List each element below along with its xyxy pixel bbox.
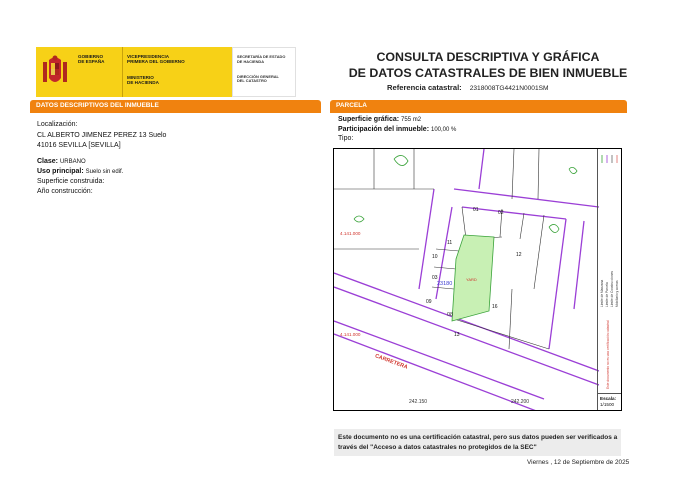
street-edge-line [418,188,435,290]
map-coord-y-top: 4.141.000 [340,231,361,236]
map-coord-y-bottom: 4.141.000 [340,332,361,337]
legend-item: Límite de Manzana [600,279,604,307]
title-line-2: DE DATOS CATASTRALES DE BIEN INMUEBLE [348,65,628,80]
road-edge-line [334,320,545,400]
map-coord-x-left: 242.150 [409,399,428,405]
road-edge-line [334,333,536,410]
parcel-line [453,318,550,350]
superficie-construida-label: Superficie construida: [37,178,105,185]
tipo-label: Tipo: [338,135,354,142]
localizacion-label: Localización: [37,121,78,128]
note-line-2: través del "Acceso a datos catastrales n… [338,443,537,451]
reference-label: Referencia catastral: [387,83,462,92]
parcel-line [533,214,545,290]
map-parcel-number: 08 [447,312,454,318]
section-header-parcela: PARCELA [330,100,627,111]
section-header-descriptive: DATOS DESCRIPTIVOS DEL INMUEBLE [30,100,321,111]
legend-item: Límite de Construcciones [610,271,614,307]
map-plot-label: 02 [498,210,504,216]
parcel-line [519,212,525,240]
superficie-grafica-row: Superficie gráfica: 755 m2 [338,115,421,125]
participacion-value: 100,00 % [430,127,457,133]
tree-outline [393,155,409,166]
street-edge-line [573,220,585,310]
legend-column-4: Mobiliario y aceras [615,167,621,307]
parcel-line [435,248,460,252]
map-plot-label: 01 [473,207,479,213]
legend-disclaimer: Este documento no es una certificación c… [606,320,610,389]
clase-value: URBANO [59,159,86,165]
clase-label: Clase: [37,158,59,165]
logo-ministerio-text: VICEPRESIDENCIA PRIMERA DEL GOBIERNO MIN… [122,47,196,97]
street-edge-line [478,149,485,190]
logo-gobierno-text: GOBIERNO DE ESPAÑA [74,47,122,97]
legend-item: Límite de Parcela [605,282,609,307]
cadastral-map[interactable]: 4.141.000 4.141.000 242.150 242.200 CARR… [333,148,622,411]
uso-value: Suelo sin edif. [85,169,124,175]
map-parcel-ref: 23180 [437,281,453,287]
title-line-1: CONSULTA DESCRIPTIVA Y GRÁFICA [376,50,600,64]
tree-outline [548,224,560,233]
map-plot-label: 12 [516,252,522,258]
map-plot-label: 16 [492,304,498,310]
logo-line: DE ESPAÑA [78,59,105,65]
superficie-grafica-value: 755 m2 [401,117,422,123]
address-line-2: 41016 SEVILLA [SEVILLA] [37,142,121,149]
map-coord-x-right: 242.200 [511,399,530,405]
tree-outline [353,215,365,223]
anio-construccion-label: Año construcción: [37,188,93,195]
uso-row: Uso principal: Suelo sin edif. [37,167,123,177]
parcel-line [431,286,455,290]
parcel-line [511,149,515,200]
tree-outline [568,167,578,174]
document-date: Viernes , 12 de Septiembre de 2025 [527,459,630,466]
logo-line: DE HACIENDA [237,58,265,64]
address-line-1: CL ALBERTO JIMENEZ PEREZ 13 Suelo [37,132,167,139]
street-edge-line [548,218,567,350]
participacion-row: Participación del inmueble: 100,00 % [338,125,456,135]
logo-line: PRIMERA DEL GOBIERNO [127,59,185,65]
map-plot-label: 13 [454,332,460,338]
government-logo-block: GOBIERNO DE ESPAÑA VICEPRESIDENCIA PRIME… [36,47,296,97]
document-title: CONSULTA DESCRIPTIVA Y GRÁFICA DE DATOS … [335,50,641,81]
parcel-line [537,149,540,200]
legend-item: Mobiliario y aceras [615,280,619,307]
scale-box: Escala: 1/1500 [597,393,621,410]
parcel-line [508,288,513,350]
map-plot-label: 11 [447,240,453,246]
scale-value: 1/1500 [600,401,615,407]
map-yard-label: YARD [466,277,477,282]
logo-catastro-text: SECRETARÍA DE ESTADO DE HACIENDA DIRECCI… [232,47,296,97]
section-underline-right [330,111,627,113]
verification-note: Este documento no es una certificación c… [334,429,621,456]
map-legend: Límite de Manzana Límite de Parcela Lími… [597,149,621,393]
note-line-1: Este documento no es una certificación c… [338,434,618,441]
superficie-grafica-label: Superficie gráfica: [338,116,400,123]
parcel-line [433,266,457,270]
map-plot-label: 10 [432,254,438,260]
logo-line: DE HACIENDA [127,80,159,86]
parcel-line [461,206,503,240]
cadastral-reference: Referencia catastral: 2318008TG4421N0001S… [387,83,549,92]
map-plot-label: 09 [426,299,432,305]
clase-row: Clase: URBANO [37,157,86,167]
block-edge-line [453,188,599,208]
reference-value: 2318008TG4421N0001SM [469,85,549,92]
uso-label: Uso principal: [37,168,84,175]
section-underline-left [30,111,321,113]
coat-of-arms-icon [36,47,74,97]
participacion-label: Participación del inmueble: [338,126,430,133]
logo-line: DEL CATASTRO [237,78,267,84]
map-plot-label: 03 [432,275,438,281]
